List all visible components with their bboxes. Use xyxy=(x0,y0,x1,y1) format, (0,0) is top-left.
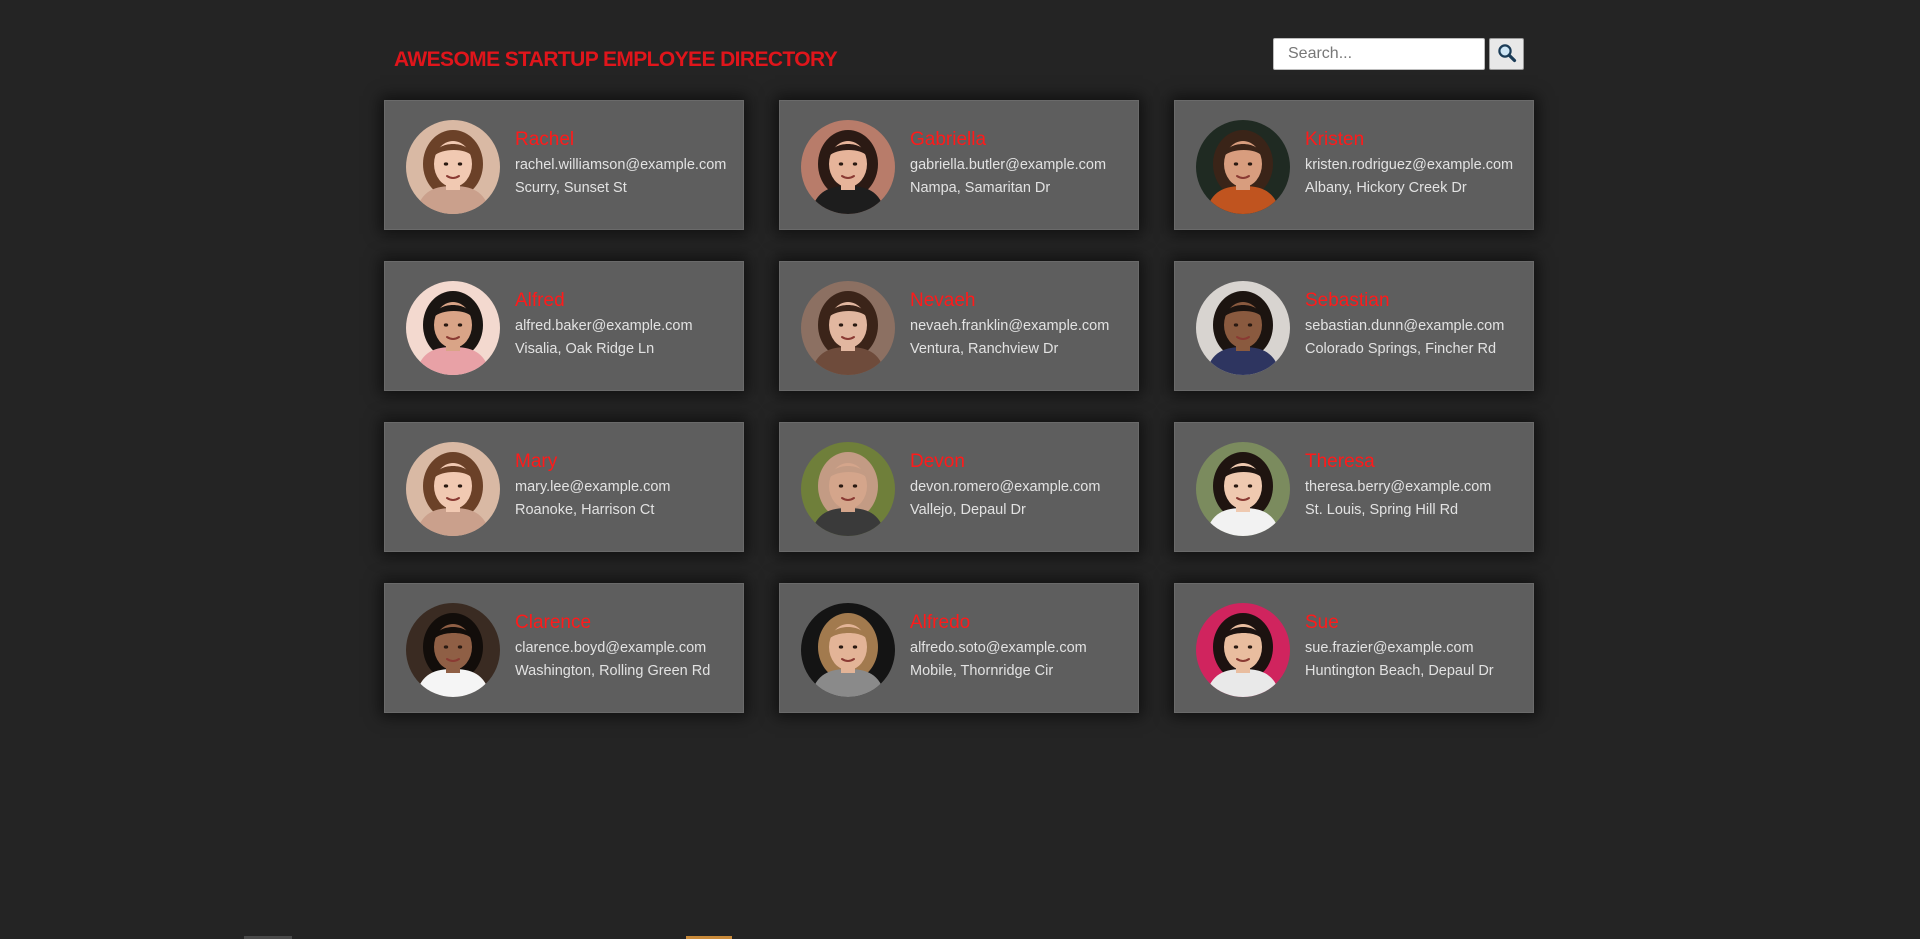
employee-avatar xyxy=(406,281,500,375)
employee-info: Mary mary.lee@example.com Roanoke, Harri… xyxy=(515,450,737,522)
employee-grid: Rachel rachel.williamson@example.com Scu… xyxy=(384,100,1534,713)
employee-name: Rachel xyxy=(515,129,575,150)
employee-name: Sue xyxy=(1305,612,1339,633)
employee-avatar xyxy=(406,603,500,697)
employee-avatar xyxy=(801,603,895,697)
employee-card[interactable]: Nevaeh nevaeh.franklin@example.com Ventu… xyxy=(779,261,1139,391)
employee-avatar xyxy=(801,120,895,214)
employee-name: Alfred xyxy=(515,290,565,311)
employee-email: rachel.williamson@example.com xyxy=(515,157,727,173)
employee-location: Colorado Springs, Fincher Rd xyxy=(1305,341,1497,357)
employee-email: alfredo.soto@example.com xyxy=(910,640,1087,656)
employee-avatar xyxy=(1196,120,1290,214)
employee-email: devon.romero@example.com xyxy=(910,479,1101,495)
employee-email: alfred.baker@example.com xyxy=(515,318,693,334)
employee-location: Nampa, Samaritan Dr xyxy=(910,180,1051,196)
employee-card[interactable]: Kristen kristen.rodriguez@example.com Al… xyxy=(1174,100,1534,230)
magnifying-glass-icon xyxy=(1497,43,1517,66)
employee-card[interactable]: Sebastian sebastian.dunn@example.com Col… xyxy=(1174,261,1534,391)
employee-email: gabriella.butler@example.com xyxy=(910,157,1107,173)
employee-avatar xyxy=(801,281,895,375)
employee-card[interactable]: Rachel rachel.williamson@example.com Scu… xyxy=(384,100,744,230)
employee-name: Mary xyxy=(515,451,558,472)
employee-info: Clarence clarence.boyd@example.com Washi… xyxy=(515,611,737,683)
page-title: AWESOME STARTUP EMPLOYEE DIRECTORY xyxy=(394,48,838,71)
employee-card[interactable]: Devon devon.romero@example.com Vallejo, … xyxy=(779,422,1139,552)
employee-info: Alfredo alfredo.soto@example.com Mobile,… xyxy=(910,611,1132,683)
employee-card[interactable]: Gabriella gabriella.butler@example.com N… xyxy=(779,100,1139,230)
employee-location: Washington, Rolling Green Rd xyxy=(515,663,711,679)
employee-location: St. Louis, Spring Hill Rd xyxy=(1305,502,1459,518)
employee-info: Rachel rachel.williamson@example.com Scu… xyxy=(515,128,737,200)
employee-info: Sebastian sebastian.dunn@example.com Col… xyxy=(1305,289,1527,361)
employee-email: sebastian.dunn@example.com xyxy=(1305,318,1505,334)
employee-avatar xyxy=(1196,442,1290,536)
employee-location: Huntington Beach, Depaul Dr xyxy=(1305,663,1494,679)
employee-avatar xyxy=(1196,281,1290,375)
search-input[interactable] xyxy=(1273,38,1485,70)
employee-avatar xyxy=(1196,603,1290,697)
employee-info: Devon devon.romero@example.com Vallejo, … xyxy=(910,450,1132,522)
employee-info: Alfred alfred.baker@example.com Visalia,… xyxy=(515,289,737,361)
employee-name: Clarence xyxy=(515,612,592,633)
employee-info: Kristen kristen.rodriguez@example.com Al… xyxy=(1305,128,1527,200)
employee-card[interactable]: Alfred alfred.baker@example.com Visalia,… xyxy=(384,261,744,391)
employee-email: theresa.berry@example.com xyxy=(1305,479,1492,495)
employee-info: Sue sue.frazier@example.com Huntington B… xyxy=(1305,611,1527,683)
employee-card[interactable]: Alfredo alfredo.soto@example.com Mobile,… xyxy=(779,583,1139,713)
employee-name: Gabriella xyxy=(910,129,987,150)
employee-email: sue.frazier@example.com xyxy=(1305,640,1474,656)
employee-email: kristen.rodriguez@example.com xyxy=(1305,157,1514,173)
employee-avatar xyxy=(801,442,895,536)
employee-card[interactable]: Clarence clarence.boyd@example.com Washi… xyxy=(384,583,744,713)
employee-name: Devon xyxy=(910,451,965,472)
employee-email: nevaeh.franklin@example.com xyxy=(910,318,1110,334)
employee-avatar xyxy=(406,442,500,536)
employee-name: Theresa xyxy=(1305,451,1375,472)
employee-email: mary.lee@example.com xyxy=(515,479,671,495)
search-form xyxy=(1273,38,1524,70)
employee-location: Scurry, Sunset St xyxy=(515,180,627,196)
employee-info: Theresa theresa.berry@example.com St. Lo… xyxy=(1305,450,1527,522)
employee-name: Nevaeh xyxy=(910,290,976,311)
employee-location: Roanoke, Harrison Ct xyxy=(515,502,655,518)
employee-card[interactable]: Sue sue.frazier@example.com Huntington B… xyxy=(1174,583,1534,713)
employee-location: Visalia, Oak Ridge Ln xyxy=(515,341,655,357)
search-button[interactable] xyxy=(1489,38,1524,70)
header: AWESOME STARTUP EMPLOYEE DIRECTORY xyxy=(394,38,1524,78)
employee-location: Vallejo, Depaul Dr xyxy=(910,502,1026,518)
employee-location: Mobile, Thornridge Cir xyxy=(910,663,1054,679)
employee-info: Nevaeh nevaeh.franklin@example.com Ventu… xyxy=(910,289,1132,361)
employee-location: Ventura, Ranchview Dr xyxy=(910,341,1059,357)
employee-card[interactable]: Theresa theresa.berry@example.com St. Lo… xyxy=(1174,422,1534,552)
employee-email: clarence.boyd@example.com xyxy=(515,640,707,656)
employee-name: Alfredo xyxy=(910,612,971,633)
employee-name: Sebastian xyxy=(1305,290,1390,311)
directory-page: AWESOME STARTUP EMPLOYEE DIRECTORY Rache… xyxy=(0,0,1920,939)
employee-card[interactable]: Mary mary.lee@example.com Roanoke, Harri… xyxy=(384,422,744,552)
employee-name: Kristen xyxy=(1305,129,1365,150)
employee-avatar xyxy=(406,120,500,214)
employee-info: Gabriella gabriella.butler@example.com N… xyxy=(910,128,1132,200)
employee-location: Albany, Hickory Creek Dr xyxy=(1305,180,1467,196)
